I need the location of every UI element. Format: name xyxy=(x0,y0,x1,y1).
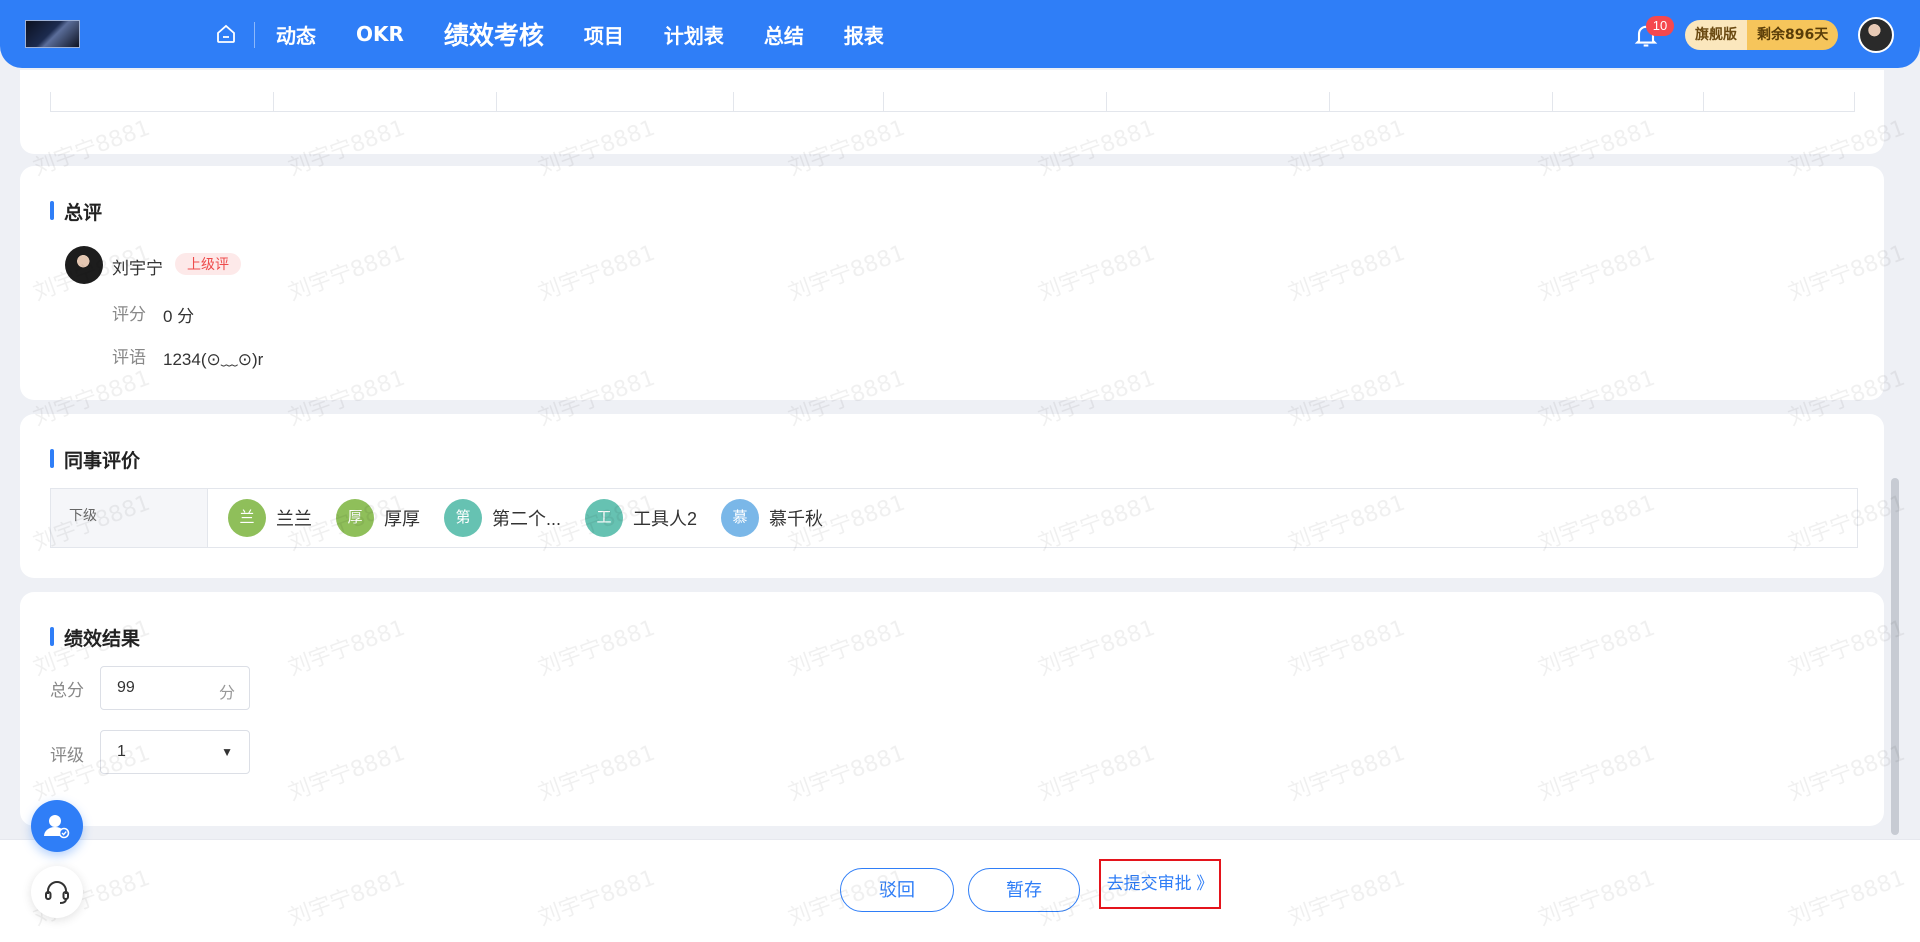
total-score-unit: 分 xyxy=(218,685,235,702)
colleague-item[interactable]: 慕 慕千秋 xyxy=(721,499,823,537)
colleague-avatar: 兰 xyxy=(228,499,266,537)
nav-item-plans[interactable]: 计划表 xyxy=(664,20,724,49)
total-score-label: 总分 xyxy=(50,681,84,700)
colleague-name: 工具人2 xyxy=(633,509,698,529)
nav-item-reports[interactable]: 报表 xyxy=(844,20,884,49)
reviewer-name: 刘宇宁 xyxy=(112,259,163,278)
table-card xyxy=(20,70,1884,154)
score-label: 评分 xyxy=(112,305,146,324)
colleague-name: 第二个... xyxy=(492,509,562,529)
chevron-down-icon: ▼ xyxy=(221,745,233,759)
nav-item-projects[interactable]: 项目 xyxy=(584,20,624,49)
colleague-list: 兰 兰兰 厚 厚厚 第 第二个... 工 工具人2 慕 慕千秋 xyxy=(208,489,847,547)
comment-label: 评语 xyxy=(112,348,146,367)
colleague-item[interactable]: 工 工具人2 xyxy=(585,499,697,537)
main-nav: 动态 OKR 绩效考核 项目 计划表 总结 报表 xyxy=(276,0,924,68)
colleague-name: 厚厚 xyxy=(384,509,420,529)
nav-item-performance[interactable]: 绩效考核 xyxy=(444,16,544,52)
user-avatar[interactable] xyxy=(1858,17,1894,53)
colleague-item[interactable]: 第 第二个... xyxy=(444,499,561,537)
scrollbar-thumb[interactable] xyxy=(1891,478,1899,835)
total-score-input[interactable]: 99 分 xyxy=(100,666,250,710)
grade-label: 评级 xyxy=(50,746,84,765)
colleague-table: 下级 兰 兰兰 厚 厚厚 第 第二个... 工 工具人2 慕 慕千秋 xyxy=(50,488,1858,548)
colleague-avatar: 慕 xyxy=(721,499,760,537)
reviewer-avatar xyxy=(65,246,103,284)
customer-support-button[interactable] xyxy=(31,866,83,918)
plan-badge[interactable]: 旗舰版 剩余896天 xyxy=(1685,20,1839,50)
performance-result-title: 绩效结果 xyxy=(50,624,140,651)
home-icon[interactable] xyxy=(214,22,238,46)
colleague-avatar: 厚 xyxy=(336,499,374,537)
colleague-avatar: 第 xyxy=(444,499,482,537)
nav-item-summary[interactable]: 总结 xyxy=(764,20,804,49)
nav-divider xyxy=(254,22,255,48)
notification-badge: 10 xyxy=(1646,16,1674,36)
colleague-name: 慕千秋 xyxy=(769,509,824,529)
total-score-value: 99 xyxy=(117,679,135,696)
overall-review-title: 总评 xyxy=(50,198,102,225)
nav-item-okr[interactable]: OKR xyxy=(356,22,404,46)
overall-review-card: 总评 刘宇宁 上级评 评分 0 分 评语 1234(⊙﹏⊙)r xyxy=(20,166,1884,400)
submit-for-approval-button[interactable]: 去提交审批 》 xyxy=(1099,859,1221,909)
comment-value: 1234(⊙﹏⊙)r xyxy=(163,350,264,369)
user-icon xyxy=(44,815,70,839)
save-draft-button[interactable]: 暂存 xyxy=(968,868,1080,912)
user-float-button[interactable] xyxy=(31,800,83,852)
company-logo[interactable] xyxy=(25,20,80,48)
nav-item-dynamics[interactable]: 动态 xyxy=(276,20,316,49)
colleague-name: 兰兰 xyxy=(276,509,312,529)
plan-name: 旗舰版 xyxy=(1685,20,1747,50)
grade-select[interactable]: 1 ▼ xyxy=(100,730,250,774)
colleague-avatar: 工 xyxy=(585,499,624,537)
grade-value: 1 xyxy=(117,743,126,760)
colleague-review-card: 同事评价 下级 兰 兰兰 厚 厚厚 第 第二个... 工 工具人2 慕 慕千秋 xyxy=(20,414,1884,578)
reject-button[interactable]: 驳回 xyxy=(840,868,954,912)
reviewer-role-tag: 上级评 xyxy=(175,253,241,275)
bottom-action-bar xyxy=(0,839,1920,942)
table-fragment xyxy=(50,92,1855,112)
headset-icon xyxy=(45,881,69,904)
plan-remaining: 剩余896天 xyxy=(1747,20,1839,50)
score-value: 0 分 xyxy=(163,307,195,326)
colleague-item[interactable]: 兰 兰兰 xyxy=(228,499,312,537)
colleague-row-label: 下级 xyxy=(51,489,208,547)
performance-result-card: 绩效结果 总分 99 分 评级 1 ▼ xyxy=(20,592,1884,826)
colleague-item[interactable]: 厚 厚厚 xyxy=(336,499,420,537)
top-navigation-bar: 动态 OKR 绩效考核 项目 计划表 总结 报表 10 旗舰版 剩余896天 xyxy=(0,0,1920,68)
colleague-review-title: 同事评价 xyxy=(50,446,140,473)
